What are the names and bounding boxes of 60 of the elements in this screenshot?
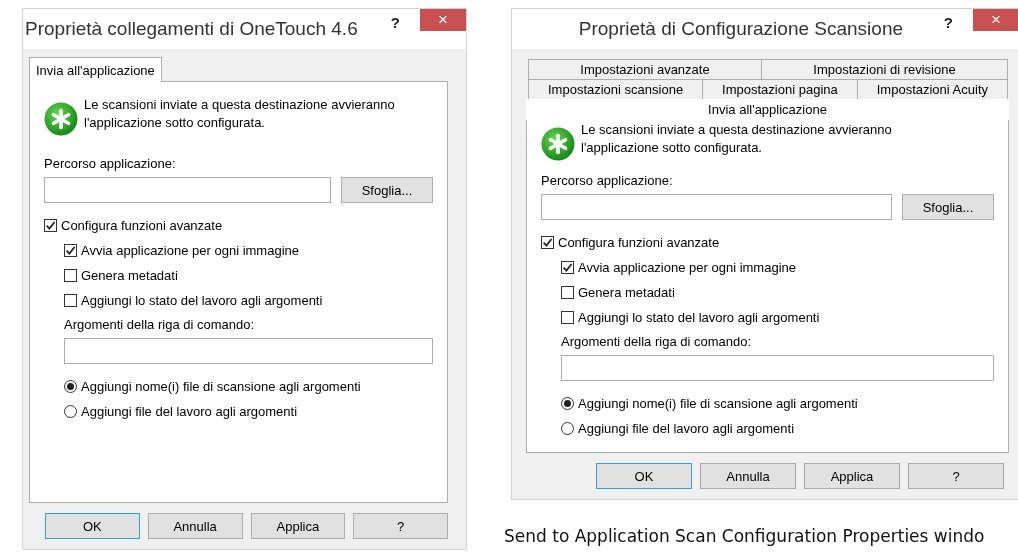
checkbox-option[interactable]: Genera metadati (64, 263, 178, 288)
checkbox-option[interactable]: Avvia applicazione per ogni immagine (561, 255, 796, 280)
dialog-button[interactable]: Annulla (700, 463, 796, 489)
tab[interactable]: Invia all'applicazione (29, 57, 162, 82)
browse-button[interactable]: Sfoglia... (341, 177, 433, 203)
description-text: Le scansioni inviate a questa destinazione avvieranno l'applicazione sotto configurata. (84, 96, 396, 132)
tab[interactable]: Impostazioni Acuity (856, 79, 1008, 99)
radio-button[interactable] (561, 397, 574, 410)
tab[interactable]: Impostazioni di revisione (761, 59, 1008, 79)
field-label: Argomenti della riga di comando: (561, 334, 752, 349)
radio-button[interactable] (64, 380, 77, 393)
input-field[interactable] (44, 177, 331, 203)
description-text: Le scansioni inviate a questa destinazione avvieranno l'applicazione sotto configurata. (581, 121, 893, 157)
field-label: Percorso applicazione: (541, 173, 673, 188)
dialog-button[interactable]: OK (45, 513, 140, 539)
dialog-button[interactable]: Annulla (147, 513, 243, 539)
input-field[interactable] (64, 338, 433, 364)
checkbox-option[interactable]: Configura funzioni avanzate (44, 213, 223, 238)
checkbox[interactable] (64, 294, 77, 307)
input-field[interactable] (561, 355, 994, 381)
caption-text: Send to Application Scan Configuration Properties windo (504, 526, 986, 546)
close-button[interactable]: × (973, 9, 1018, 31)
browse-button[interactable]: Sfoglia... (902, 194, 994, 220)
field-label: Argomenti della riga di comando: (64, 317, 255, 332)
radio-button[interactable] (64, 405, 77, 418)
radio-option[interactable]: Aggiungi nome(i) file di scansione agli argomenti (561, 391, 858, 416)
dialog-button[interactable]: Applica (250, 513, 346, 539)
window-title: Proprietà di Configurazione Scansione (577, 17, 905, 40)
checkbox[interactable] (64, 269, 77, 282)
checkbox[interactable] (44, 219, 57, 232)
dialog-button[interactable]: ? (353, 513, 448, 539)
checkbox-option[interactable]: Avvia applicazione per ogni immagine (64, 238, 299, 263)
help-button[interactable]: ? (939, 12, 957, 32)
checkbox-option[interactable]: Configura funzioni avanzate (541, 230, 720, 255)
checkbox-option[interactable]: Aggiungi lo stato del lavoro agli argomenti (64, 288, 323, 313)
field-label: Percorso applicazione: (44, 156, 176, 171)
dialog-button[interactable]: Applica (804, 463, 900, 489)
dialog-button[interactable]: OK (596, 463, 692, 489)
checkbox[interactable] (561, 311, 574, 324)
help-button[interactable]: ? (386, 12, 404, 32)
radio-button[interactable] (561, 422, 574, 435)
radio-option[interactable]: Aggiungi nome(i) file di scansione agli argomenti (64, 374, 361, 399)
tab[interactable]: Impostazioni pagina (702, 79, 858, 99)
dialog-button[interactable]: ? (908, 463, 1004, 489)
tab[interactable]: Impostazioni scansione (528, 79, 704, 99)
checkbox[interactable] (561, 261, 574, 274)
asterisk-icon (541, 127, 575, 161)
checkbox-option[interactable]: Aggiungi lo stato del lavoro agli argomenti (561, 305, 820, 330)
checkbox[interactable] (541, 236, 554, 249)
radio-option[interactable]: Aggiungi file del lavoro agli argomenti (64, 399, 298, 424)
asterisk-icon (44, 102, 78, 136)
input-field[interactable] (541, 194, 892, 220)
radio-option[interactable]: Aggiungi file del lavoro agli argomenti (561, 416, 795, 441)
checkbox-option[interactable]: Genera metadati (561, 280, 675, 305)
tab[interactable]: Invia all'applicazione (526, 99, 1009, 120)
window-title: Proprietà collegamenti di OneTouch 4.6 (24, 17, 359, 40)
close-button[interactable]: × (420, 9, 466, 31)
checkbox[interactable] (64, 244, 77, 257)
tab[interactable]: Impostazioni avanzate (528, 59, 762, 79)
checkbox[interactable] (561, 286, 574, 299)
